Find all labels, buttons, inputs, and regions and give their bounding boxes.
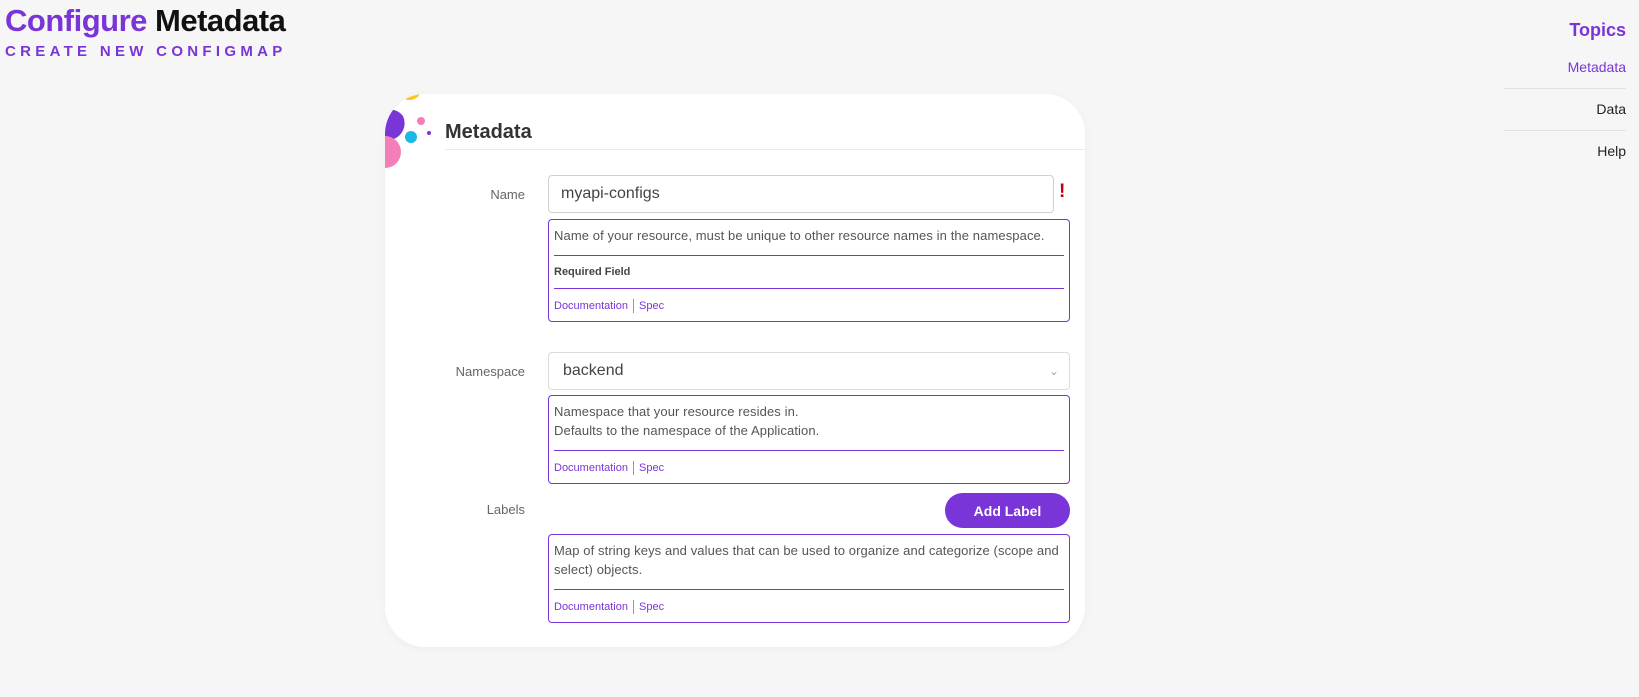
namespace-help-line2: Defaults to the namespace of the Applica… (554, 423, 820, 438)
page-title: Configure Metadata (5, 2, 287, 40)
topics-nav: Topics Metadata Data Help (1504, 20, 1626, 172)
namespace-select-value: backend (563, 362, 624, 379)
page-subtitle: CREATE NEW CONFIGMAP (5, 43, 287, 60)
bubbles-decoration (385, 94, 431, 168)
page-title-main: Metadata (155, 3, 286, 38)
namespace-help-links: Documentation Spec (554, 461, 1064, 483)
namespace-help-line1: Namespace that your resource resides in. (554, 404, 799, 419)
labels-help-box: Map of string keys and values that can b… (548, 534, 1070, 623)
name-spec-link[interactable]: Spec (639, 300, 664, 312)
name-documentation-link[interactable]: Documentation (554, 300, 628, 312)
namespace-help-box: Namespace that your resource resides in.… (548, 395, 1070, 484)
name-input[interactable] (548, 175, 1054, 213)
namespace-select[interactable]: backend ⌄ (548, 352, 1070, 390)
labels-help-links: Documentation Spec (554, 600, 1064, 622)
required-field-text: Required Field (554, 266, 631, 278)
name-label: Name (490, 187, 525, 202)
topic-item-data[interactable]: Data (1504, 89, 1626, 131)
card-divider (445, 149, 1085, 150)
required-marker: ! (1059, 181, 1066, 202)
page-header: Configure Metadata CREATE NEW CONFIGMAP (5, 2, 287, 60)
topics-title: Topics (1569, 20, 1626, 40)
topic-item-help[interactable]: Help (1504, 131, 1626, 172)
card-title: Metadata (445, 121, 532, 143)
labels-spec-link[interactable]: Spec (639, 601, 664, 613)
page-title-accent: Configure (5, 3, 147, 38)
topic-item-metadata[interactable]: Metadata (1504, 53, 1626, 89)
name-help-text: Name of your resource, must be unique to… (554, 228, 1045, 243)
namespace-spec-link[interactable]: Spec (639, 462, 664, 474)
name-help-box: Name of your resource, must be unique to… (548, 219, 1070, 322)
labels-documentation-link[interactable]: Documentation (554, 601, 628, 613)
metadata-card: Metadata Name ! Name of your resource, m… (385, 94, 1085, 647)
labels-help-text: Map of string keys and values that can b… (554, 543, 1059, 577)
add-label-button[interactable]: Add Label (945, 493, 1070, 528)
namespace-label: Namespace (455, 364, 525, 379)
namespace-documentation-link[interactable]: Documentation (554, 462, 628, 474)
chevron-down-icon: ⌄ (1048, 364, 1059, 378)
name-help-links: Documentation Spec (554, 299, 1064, 321)
labels-label: Labels (486, 502, 525, 517)
